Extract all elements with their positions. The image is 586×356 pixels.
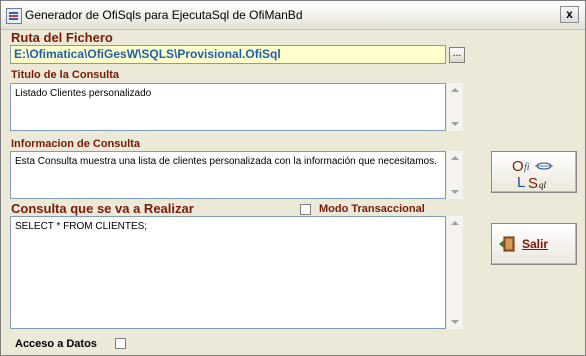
consulta-textarea[interactable]: SELECT * FROM CLIENTES; [10,216,446,329]
generate-button[interactable]: O fi L S ql [491,151,577,193]
browse-button[interactable]: ... [449,47,465,63]
scroll-up-icon[interactable] [451,221,459,225]
scroll-down-icon[interactable] [451,320,459,324]
scroll-up-icon[interactable] [451,156,459,160]
svg-text:fi: fi [524,162,530,173]
svg-text:S: S [528,175,538,192]
window-title: Generador de OfiSqls para EjecutaSql de … [25,8,303,22]
titulo-label: Titulo de la Consulta [11,69,119,81]
exit-door-icon [499,236,515,252]
modo-transaccional-checkbox[interactable] [300,204,311,215]
close-button[interactable]: x [560,6,579,23]
ruta-label: Ruta del Fichero [11,30,113,45]
svg-text:O: O [512,158,524,175]
titulo-textarea[interactable]: Listado Clientes personalizado [10,83,446,131]
modo-transaccional-label: Modo Transaccional [319,203,425,215]
app-icon [6,8,22,24]
scroll-up-icon[interactable] [451,88,459,92]
consulta-scrollbar[interactable] [447,216,463,329]
salir-button[interactable]: Salir [491,223,577,265]
consulta-label: Consulta que se va a Realizar [11,201,194,216]
svg-text:ql: ql [539,180,547,190]
title-bar: Generador de OfiSqls para EjecutaSql de … [1,1,585,30]
acceso-datos-label: Acceso a Datos [15,338,97,350]
informacion-label: Informacion de Consulta [11,138,140,150]
scroll-down-icon[interactable] [451,190,459,194]
svg-text:L: L [517,174,525,191]
informacion-scrollbar[interactable] [447,151,463,199]
salir-label: Salir [522,237,549,251]
titulo-scrollbar[interactable] [447,83,463,131]
ofi-lsql-logo-icon: O fi L S ql [512,158,553,192]
app-window: Generador de OfiSqls para EjecutaSql de … [0,0,586,356]
acceso-datos-checkbox[interactable] [115,338,126,349]
form-body: Ruta del Fichero E:\Ofimatica\OfiGesW\SQ… [1,30,585,355]
scroll-down-icon[interactable] [451,122,459,126]
ruta-input[interactable]: E:\Ofimatica\OfiGesW\SQLS\Provisional.Of… [10,45,446,64]
informacion-textarea[interactable]: Esta Consulta muestra una lista de clien… [10,151,446,199]
